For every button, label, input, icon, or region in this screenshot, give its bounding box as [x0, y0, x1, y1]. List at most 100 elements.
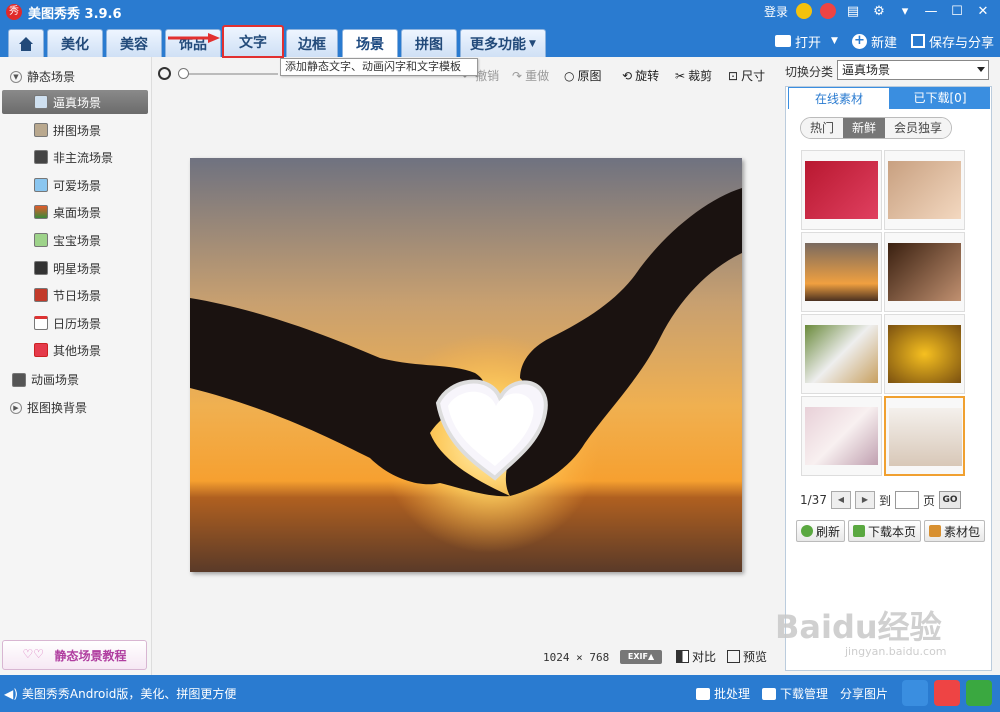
maximize-icon[interactable]: ☐ [948, 2, 966, 20]
status-icons [902, 680, 992, 706]
sidebar-item-desktop[interactable]: 桌面场景 [32, 200, 148, 224]
sidebar-item-alternative[interactable]: 非主流场景 [32, 145, 148, 169]
original-button[interactable]: ○ 原图 [564, 67, 602, 84]
chevron-down-icon [977, 67, 985, 72]
login-link[interactable]: 登录 [764, 3, 788, 20]
material-thumb-selected[interactable] [884, 396, 965, 476]
filter-hot[interactable]: 热门 [801, 118, 844, 138]
download-manager-button[interactable]: 下载管理 [761, 685, 828, 702]
save-label: 保存与分享 [928, 35, 994, 51]
sidebar-item-other[interactable]: 其他场景 [32, 338, 148, 362]
dropdown-icon[interactable]: ▾ [896, 2, 914, 20]
material-thumb[interactable] [884, 314, 965, 394]
promo-link[interactable]: ◀) 美图秀秀Android版，美化、拼图更方便 [4, 685, 236, 702]
sidebar-item-star[interactable]: 明星场景 [32, 256, 148, 280]
sidebar-group-anim-label: 动画场景 [31, 373, 80, 387]
sidebar-group-static[interactable]: ▼ 静态场景 [10, 68, 75, 85]
close-icon[interactable]: ✕ [974, 2, 992, 20]
compare-button[interactable]: 对比 [676, 648, 716, 665]
crop-button[interactable]: ✂ 裁剪 [675, 67, 712, 84]
rotate-icon: ⟲ [622, 68, 633, 83]
tutorial-button[interactable]: ♡♡ 静态场景教程 [2, 640, 147, 670]
preview-button[interactable]: 预览 [727, 648, 767, 665]
material-box: 在线素材 已下载[0] 热门 新鲜 会员独享 1/37 ◀ ▶ 到 页 GO 刷… [785, 86, 992, 671]
plus-icon: + [851, 33, 867, 49]
material-thumb[interactable] [801, 314, 882, 394]
category-select[interactable]: 逼真场景 [837, 60, 989, 80]
exif-button[interactable]: EXIF▲ [620, 650, 662, 664]
tab-online-material[interactable]: 在线素材 [788, 87, 890, 109]
sidebar-item-festival[interactable]: 节日场景 [32, 283, 148, 307]
page-number-input[interactable] [894, 491, 919, 509]
filter-vip[interactable]: 会员独享 [885, 118, 952, 138]
sidebar-item-collage-scene[interactable]: 拼图场景 [32, 118, 148, 142]
menu-bar: 美化 美容 饰品 文字 边框 场景 拼图 更多功能 ▼ 打开 ▼ + 新建 保存… [0, 24, 1000, 58]
rotate-button[interactable]: ⟲ 旋转 [622, 67, 659, 84]
status-bar: ◀) 美图秀秀Android版，美化、拼图更方便 批处理 下载管理 分享图片 [0, 675, 1000, 712]
preview-label: 预览 [743, 650, 768, 664]
sidebar-item-label: 逼真场景 [53, 95, 102, 110]
batch-button[interactable]: 批处理 [695, 685, 750, 702]
tab-frame[interactable]: 边框 [286, 29, 338, 57]
go-button[interactable]: GO [938, 491, 961, 509]
download-page-button[interactable]: 下载本页 [848, 520, 922, 542]
size-button[interactable]: ⊡ 尺寸 [728, 67, 765, 84]
material-thumb[interactable] [801, 150, 882, 230]
tab-beautify[interactable]: 美化 [47, 29, 103, 57]
tab-more[interactable]: 更多功能 ▼ [460, 29, 546, 57]
scene-thumb-icon [34, 288, 48, 302]
material-thumb[interactable] [884, 232, 965, 312]
material-thumb[interactable] [801, 396, 882, 476]
material-thumb[interactable] [801, 232, 882, 312]
package-button[interactable]: 素材包 [924, 520, 986, 542]
tab-text[interactable]: 文字 [222, 25, 284, 58]
star-icon[interactable] [902, 680, 928, 706]
qq-icon[interactable] [796, 3, 812, 19]
share-label: 分享图片 [839, 687, 888, 701]
speaker-icon: ◀) [4, 686, 18, 701]
material-thumb[interactable] [884, 150, 965, 230]
download-icon [853, 525, 866, 537]
refresh-button[interactable]: 刷新 [796, 520, 846, 542]
new-button[interactable]: + 新建 [851, 32, 897, 51]
weibo-icon[interactable] [934, 680, 960, 706]
share-button[interactable]: 分享图片 [840, 685, 888, 702]
sidebar-item-label: 宝宝场景 [53, 233, 102, 248]
size-label: 尺寸 [741, 69, 766, 83]
chevron-down-icon[interactable]: ▼ [831, 36, 838, 46]
tab-scene[interactable]: 场景 [342, 29, 398, 57]
zoom-slider-track[interactable] [178, 73, 278, 75]
sidebar-item-calendar[interactable]: 日历场景 [32, 311, 148, 335]
promo-text: 美图秀秀Android版，美化、拼图更方便 [21, 687, 237, 701]
tab-collage[interactable]: 拼图 [401, 29, 457, 57]
tab-downloaded[interactable]: 已下载[0] [890, 87, 990, 109]
add-icon[interactable] [966, 680, 992, 706]
sidebar-group-cutout[interactable]: ▶ 抠图换背景 [10, 399, 87, 416]
download-page-label: 下载本页 [868, 524, 917, 539]
sidebar-item-baby[interactable]: 宝宝场景 [32, 228, 148, 252]
sidebar-item-realistic[interactable]: 逼真场景 [2, 90, 148, 114]
home-icon [18, 36, 34, 51]
minimize-icon[interactable]: — [922, 2, 940, 20]
redo-button[interactable]: ↷ 重做 [512, 67, 549, 84]
zoom-slider-handle[interactable] [178, 68, 189, 79]
open-button[interactable]: 打开 ▼ [775, 32, 838, 51]
next-page-button[interactable]: ▶ [854, 491, 875, 509]
weibo-icon[interactable] [820, 3, 836, 19]
tab-face[interactable]: 美容 [106, 29, 162, 57]
prev-page-button[interactable]: ◀ [830, 491, 851, 509]
zoom-icon[interactable] [158, 67, 171, 80]
sidebar-item-cute[interactable]: 可爱场景 [32, 173, 148, 197]
original-icon: ○ [564, 68, 575, 83]
sidebar-group-anim[interactable]: 动画场景 [12, 371, 79, 388]
settings-icon[interactable]: ⚙ [870, 2, 888, 20]
scene-thumbnail [888, 161, 961, 219]
save-share-button[interactable]: 保存与分享 [910, 32, 994, 51]
photo-canvas[interactable] [190, 158, 742, 572]
redo-icon: ↷ [512, 68, 523, 83]
home-tab[interactable] [8, 29, 44, 57]
sidebar-item-label: 其他场景 [53, 343, 102, 358]
scene-thumbnail [805, 161, 878, 219]
filter-new[interactable]: 新鲜 [843, 118, 886, 138]
feedback-icon[interactable]: ▤ [844, 2, 862, 20]
